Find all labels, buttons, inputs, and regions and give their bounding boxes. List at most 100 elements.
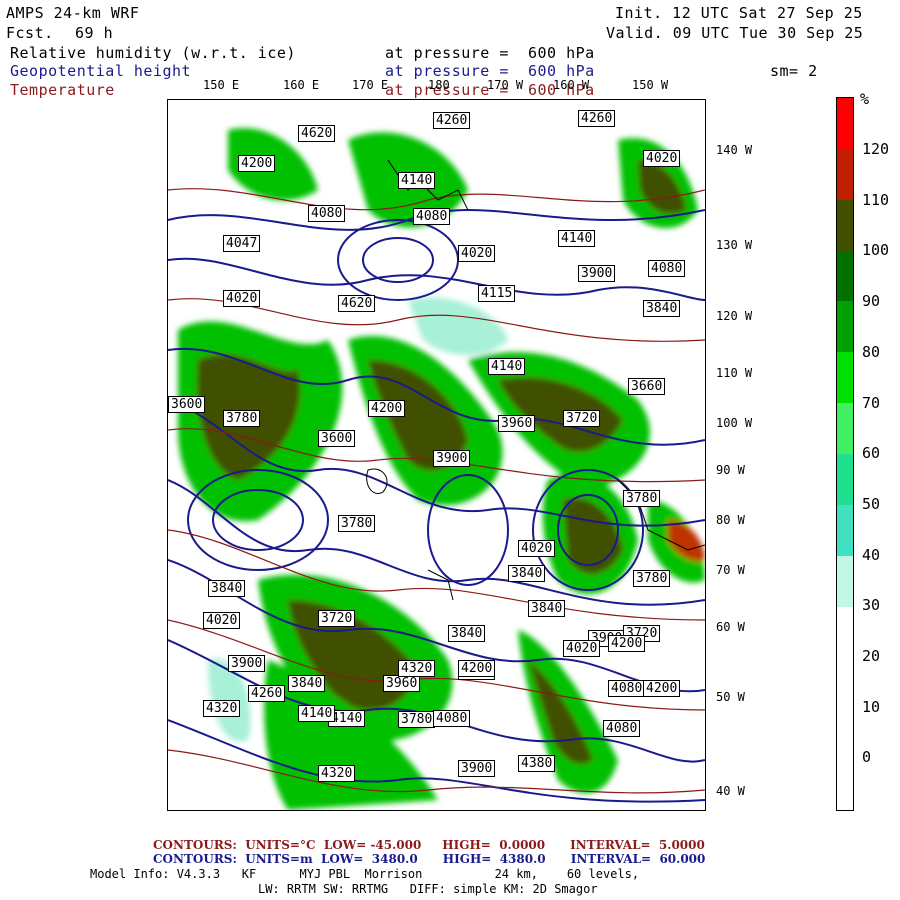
colorbar-tick-label: 60 <box>862 444 881 463</box>
colorbar <box>836 97 854 811</box>
height-contour-label: 3780 <box>633 570 671 587</box>
height-contour-label: 4020 <box>643 150 681 167</box>
height-contour-label: 4320 <box>203 700 241 717</box>
field-rh-label: Relative humidity (w.r.t. ice) <box>10 44 296 62</box>
height-contour-label: 3900 <box>578 265 616 282</box>
colorbar-segment <box>837 759 853 811</box>
lon-label-150e: 150 E <box>203 78 240 92</box>
colorbar-segment <box>837 657 853 709</box>
height-contour-label: 3960 <box>498 415 536 432</box>
height-contour-label: 3780 <box>623 490 661 507</box>
colorbar-tick-label: 100 <box>862 241 890 260</box>
height-contour-label: 3840 <box>208 580 246 597</box>
height-contour-label: 4260 <box>578 110 616 127</box>
lon-label-160e: 160 E <box>283 78 320 92</box>
colorbar-segment <box>837 250 853 302</box>
side-label-80w: 80 W <box>716 513 745 527</box>
colorbar-tick-label: 50 <box>862 494 881 513</box>
colorbar-tick-label: 120 <box>862 140 890 158</box>
height-contour-label: 3900 <box>458 760 496 777</box>
side-label-70w: 70 W <box>716 563 745 577</box>
field-temp-label: Temperature <box>10 81 115 99</box>
side-label-100w: 100 W <box>716 416 753 430</box>
height-contour-label: 3600 <box>318 430 356 447</box>
height-contour-label: 4080 <box>648 260 686 277</box>
height-contour-label: 3780 <box>338 515 376 532</box>
side-label-40w: 40 W <box>716 784 745 798</box>
colorbar-segment <box>837 504 853 557</box>
height-contour-label: 4020 <box>223 290 261 307</box>
colorbar-segment <box>837 708 853 760</box>
height-contour-label: 4115 <box>478 285 516 302</box>
height-contour-label: 4260 <box>248 685 286 702</box>
height-contour-label: 4080 <box>308 205 346 222</box>
height-contour-label: 4200 <box>368 400 406 417</box>
lon-label-150w: 150 W <box>632 78 669 92</box>
weather-map: 4620426042604380420040804140408040474020… <box>167 99 706 811</box>
height-contour-label: 3840 <box>508 565 546 582</box>
colorbar-segment <box>837 301 853 353</box>
height-contour-label: 4080 <box>608 680 646 697</box>
height-contour-label: 4080 <box>603 720 641 737</box>
height-contour-label: 3660 <box>628 378 666 395</box>
lon-label-160w: 160 W <box>553 78 590 92</box>
colorbar-tick-label: 110 <box>862 190 890 209</box>
side-label-50w: 50 W <box>716 690 745 704</box>
colorbar-segment <box>837 403 853 455</box>
footer-model-info-2: LW: RRTM SW: RRTMG DIFF: simple KM: 2D S… <box>258 882 598 896</box>
height-contour-label: 4140 <box>298 705 336 722</box>
colorbar-segment <box>837 454 853 506</box>
height-contour-label: 4047 <box>223 235 261 252</box>
valid-time: Valid. 09 UTC Tue 30 Sep 25 <box>606 24 864 42</box>
colorbar-tick-label: 30 <box>862 596 881 615</box>
forecast-value: 69 h <box>75 24 114 42</box>
height-contour-label: 4140 <box>398 172 436 189</box>
side-label-90w: 90 W <box>716 463 745 477</box>
colorbar-tick-label: 10 <box>862 697 881 716</box>
forecast-label: Fcst. <box>6 24 54 42</box>
height-contour-label: 4020 <box>518 540 556 557</box>
lon-label-170w: 170 W <box>487 78 524 92</box>
colorbar-segment <box>837 352 853 404</box>
footer-height-contours: CONTOURS: UNITS=m LOW= 3480.0 HIGH= 4380… <box>153 852 706 866</box>
height-contour-label: 3720 <box>563 410 601 427</box>
model-title: AMPS 24-km WRF <box>6 4 140 22</box>
height-contour-label: 4140 <box>488 358 526 375</box>
height-contour-label: 4620 <box>338 295 376 312</box>
footer-temp-contours: CONTOURS: UNITS=°C LOW= -45.000 HIGH= 0.… <box>153 838 705 852</box>
height-contour-label: 3780 <box>223 410 261 427</box>
side-label-140w: 140 W <box>716 143 753 157</box>
colorbar-tick-label: 80 <box>862 342 881 361</box>
colorbar-tick-label: 20 <box>862 647 881 665</box>
side-label-60w: 60 W <box>716 620 745 634</box>
init-time: Init. 12 UTC Sat 27 Sep 25 <box>615 4 863 22</box>
height-contour-label: 4020 <box>458 245 496 262</box>
smoothing-label: sm= 2 <box>770 62 818 80</box>
lon-label-170e: 170 E <box>352 78 389 92</box>
height-contour-label: 4140 <box>558 230 596 247</box>
height-contour-label: 4200 <box>643 680 681 697</box>
height-contour-label: 4200 <box>458 660 496 677</box>
height-contour-label: 4080 <box>413 208 451 225</box>
height-contour-label: 3840 <box>528 600 566 617</box>
field-rh-level: at pressure = 600 hPa <box>385 44 595 62</box>
height-contour-label: 4380 <box>518 755 556 772</box>
colorbar-segment <box>837 199 853 252</box>
height-contour-label: 3900 <box>228 655 266 672</box>
height-contour-label: 4200 <box>608 635 646 652</box>
height-contour-label: 3840 <box>643 300 681 317</box>
height-contour-label: 4020 <box>203 612 241 629</box>
footer-model-info: Model Info: V4.3.3 KF MYJ PBL Morrison 2… <box>90 867 640 881</box>
height-contour-label: 4620 <box>298 125 336 142</box>
height-contour-label: 3960 <box>383 675 421 692</box>
side-label-110w: 110 W <box>716 366 753 380</box>
height-contour-label: 4200 <box>238 155 276 172</box>
height-contour-label: 4020 <box>563 640 601 657</box>
colorbar-segment <box>837 148 853 201</box>
lon-label-180: 180 <box>428 78 450 92</box>
colorbar-tick-label: 70 <box>862 393 881 412</box>
height-contour-label: 3840 <box>288 675 326 692</box>
field-height-label: Geopotential height <box>10 62 192 80</box>
height-contour-label: 4080 <box>433 710 471 727</box>
height-contour-label: 3720 <box>318 610 356 627</box>
